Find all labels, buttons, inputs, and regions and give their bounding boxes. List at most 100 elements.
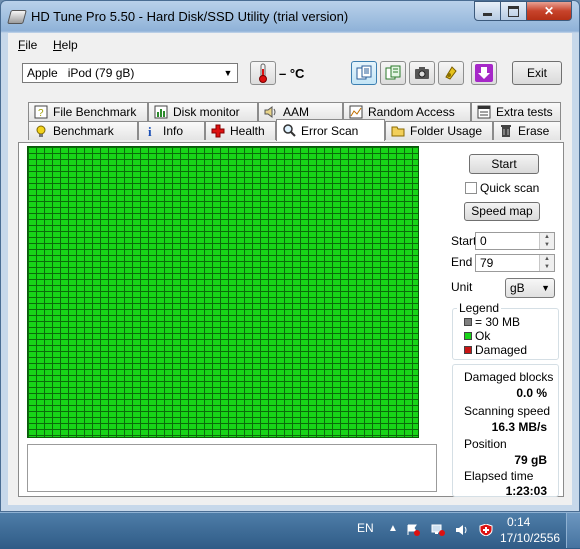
tray-expand-icon[interactable]: ▲	[388, 523, 398, 534]
damaged-blocks-label: Damaged blocks	[464, 370, 554, 384]
drive-select[interactable]: Apple iPod (79 gB) ▼	[22, 63, 238, 83]
copy-all-button[interactable]	[380, 61, 406, 85]
tab-label: File Benchmark	[53, 105, 137, 119]
tab-error-scan[interactable]: Error Scan	[276, 119, 385, 141]
show-desktop-button[interactable]	[566, 513, 580, 548]
menu-help[interactable]: Help	[53, 38, 78, 52]
legend-swatch-ok	[464, 332, 472, 340]
temperature-button[interactable]	[250, 61, 276, 85]
chevron-down-icon: ▼	[223, 68, 233, 78]
tab-label: Error Scan	[301, 124, 359, 138]
folder-icon	[391, 126, 405, 137]
start-scan-button[interactable]: Start	[469, 154, 539, 174]
tab-file-benchmark[interactable]: ? File Benchmark	[28, 102, 148, 121]
tab-label: AAM	[283, 105, 310, 119]
copy-info-button[interactable]	[351, 61, 377, 85]
app-icon	[7, 10, 27, 24]
quick-scan-label: Quick scan	[480, 181, 540, 195]
elapsed-time-label: Elapsed time	[464, 469, 534, 483]
log-box	[27, 444, 437, 492]
menu-file[interactable]: File	[18, 38, 37, 52]
tab-label: Health	[230, 124, 265, 138]
taskbar: EN ▲ 0:14 17/10/2556	[0, 512, 580, 549]
legend-title: Legend	[457, 301, 502, 315]
spin-down-icon[interactable]: ▼	[539, 241, 554, 249]
stats-box: Damaged blocks 0.0 % Scanning speed 16.3…	[452, 364, 559, 498]
end-field[interactable]: 79 ▲ ▼	[475, 254, 555, 272]
clock-date[interactable]: 17/10/2556	[500, 531, 560, 545]
copy-icon	[356, 65, 372, 80]
save-button[interactable]	[471, 61, 497, 85]
start-field[interactable]: 0 ▲ ▼	[475, 232, 555, 250]
scanning-speed-value: 16.3 MB/s	[491, 420, 547, 434]
scanning-speed-label: Scanning speed	[464, 404, 551, 418]
position-label: Position	[464, 437, 507, 451]
tab-extra-tests[interactable]: Extra tests	[471, 102, 561, 121]
svg-text:?: ?	[38, 108, 44, 119]
legend-label-block: = 30 MB	[475, 315, 521, 329]
magnifier-icon	[283, 124, 296, 137]
spin-down-icon[interactable]: ▼	[539, 263, 554, 271]
tab-benchmark[interactable]: Benchmark	[28, 121, 138, 140]
volume-icon[interactable]	[455, 524, 469, 536]
action-center-flag-icon[interactable]	[406, 524, 420, 536]
chevron-down-icon: ▼	[541, 283, 550, 293]
maximize-button[interactable]	[500, 1, 527, 21]
window-title: HD Tune Pro 5.50 - Hard Disk/SSD Utility…	[31, 9, 349, 24]
tab-label: Disk monitor	[173, 105, 240, 119]
tab-health[interactable]: Health	[205, 121, 276, 140]
minimize-button[interactable]	[474, 1, 501, 21]
close-button[interactable]: ✕	[526, 1, 572, 21]
clock-time[interactable]: 0:14	[507, 515, 530, 529]
random-access-icon	[349, 105, 363, 119]
options-button[interactable]	[438, 61, 464, 85]
info-icon: i	[148, 124, 152, 138]
tab-label: Info	[163, 124, 184, 138]
tab-label: Extra tests	[496, 105, 553, 119]
unit-label: Unit	[451, 280, 473, 294]
unit-select[interactable]: gB ▼	[505, 278, 555, 298]
options-icon	[445, 66, 457, 80]
network-icon[interactable]	[431, 524, 445, 536]
language-indicator[interactable]: EN	[357, 521, 374, 535]
copy-all-icon	[385, 65, 401, 80]
elapsed-time-value: 1:23:03	[505, 484, 547, 498]
extra-tests-icon	[477, 105, 491, 119]
disk-monitor-icon	[154, 105, 168, 119]
speaker-icon	[264, 106, 276, 118]
unit-select-value: gB	[510, 281, 525, 295]
client-area: File Help Apple iPod (79 gB) ▼ – °C Exit…	[8, 33, 572, 505]
quick-scan-checkbox[interactable]	[465, 182, 477, 194]
svg-text:i: i	[148, 124, 152, 138]
legend-swatch-damaged	[464, 346, 472, 354]
position-value: 79 gB	[514, 453, 547, 467]
exit-button[interactable]: Exit	[512, 61, 562, 85]
download-arrow-icon	[475, 64, 493, 82]
health-cross-icon	[211, 124, 225, 138]
tab-info[interactable]: i Info	[138, 121, 205, 140]
speed-map-button[interactable]: Speed map	[464, 202, 540, 221]
drive-select-value: Apple iPod (79 gB)	[27, 66, 135, 80]
spin-up-icon[interactable]: ▲	[539, 233, 554, 241]
trash-icon	[501, 125, 511, 137]
legend-label-damaged: Damaged	[475, 343, 528, 357]
spin-up-icon[interactable]: ▲	[539, 255, 554, 263]
start-field-value: 0	[480, 234, 487, 248]
tab-erase[interactable]: Erase	[493, 121, 561, 140]
tab-label: Benchmark	[53, 124, 114, 138]
start-field-label: Start	[451, 234, 477, 248]
maximize-icon	[508, 5, 519, 17]
file-benchmark-icon: ?	[34, 105, 48, 119]
screenshot-button[interactable]	[409, 61, 435, 85]
end-field-value: 79	[480, 256, 494, 270]
tab-label: Erase	[518, 124, 550, 138]
security-shield-icon[interactable]	[479, 524, 493, 536]
title-bar[interactable]: HD Tune Pro 5.50 - Hard Disk/SSD Utility…	[1, 1, 579, 33]
thermometer-icon	[259, 63, 267, 83]
tab-folder-usage[interactable]: Folder Usage	[385, 121, 493, 140]
scan-block-map	[27, 146, 419, 438]
tab-label: Folder Usage	[410, 124, 483, 138]
tab-disk-monitor[interactable]: Disk monitor	[148, 102, 258, 121]
menu-bar: File Help	[8, 35, 572, 53]
legend-swatch-block	[464, 318, 472, 326]
